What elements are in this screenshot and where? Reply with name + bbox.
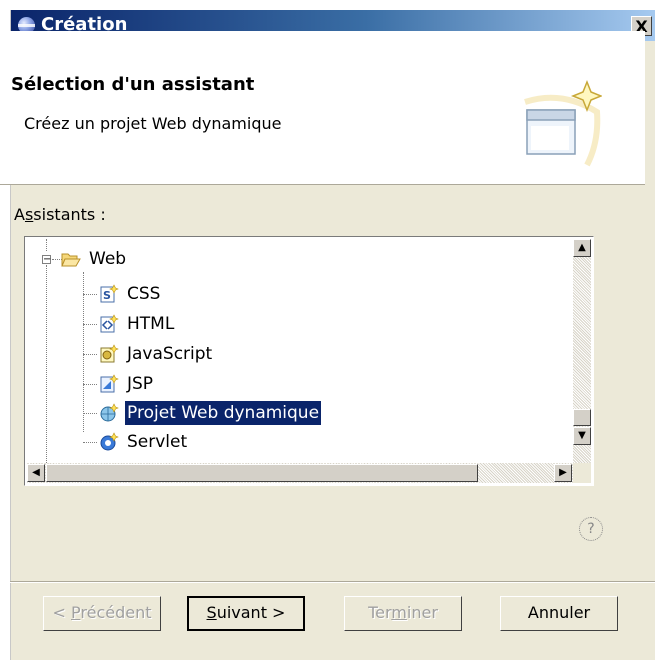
button-separator [10,581,655,583]
servlet-icon [100,432,119,451]
tree-item-label: JavaScript [127,344,213,364]
cancel-button[interactable]: Annuler [500,596,618,631]
vertical-scrollbar[interactable]: ▲ ▼ [573,239,591,463]
assistants-label: Assistants : [14,205,106,224]
back-button[interactable]: < Précédent [43,596,161,631]
finish-button[interactable]: Terminer [344,596,462,631]
horizontal-scroll-thumb[interactable] [46,464,478,482]
wizard-banner-icon [524,79,602,167]
vertical-scroll-thumb[interactable] [573,409,591,426]
wizard-header: Sélection d'un assistant Créez un projet… [0,31,645,185]
tree-viewport: − Web S CSS HTML JavaScript JSP Projet W… [27,239,573,463]
tree-item-label: HTML [127,314,175,334]
dynamic-web-project-icon [100,403,119,422]
horizontal-scrollbar[interactable]: ◀ ▶ [27,463,573,483]
scroll-up-button[interactable]: ▲ [573,239,591,257]
page-description: Créez un projet Web dynamique [24,114,282,133]
tree-item-label: CSS [127,284,161,304]
tree-folder-label: Web [89,249,127,269]
tree-item-label-selected: Projet Web dynamique [123,400,323,426]
tree-item-label: JSP [127,374,154,394]
open-folder-icon [61,253,81,267]
wizard-tree[interactable]: − Web S CSS HTML JavaScript JSP Projet W… [24,236,594,486]
page-title: Sélection d'un assistant [11,74,255,95]
scroll-left-button[interactable]: ◀ [27,464,45,482]
svg-text:S: S [103,289,111,302]
next-button[interactable]: Suivant > [187,596,305,631]
collapse-web-toggle[interactable]: − [42,255,51,265]
jsp-file-icon [100,374,119,393]
html-file-icon [100,314,119,333]
javascript-file-icon [100,344,119,363]
scroll-down-button[interactable]: ▼ [573,427,591,445]
css-file-icon: S [100,284,119,303]
scroll-right-button[interactable]: ▶ [554,464,572,482]
scrollbar-corner [573,463,591,483]
tree-item-label: Servlet [127,432,188,452]
help-icon[interactable]: ? [579,517,603,541]
